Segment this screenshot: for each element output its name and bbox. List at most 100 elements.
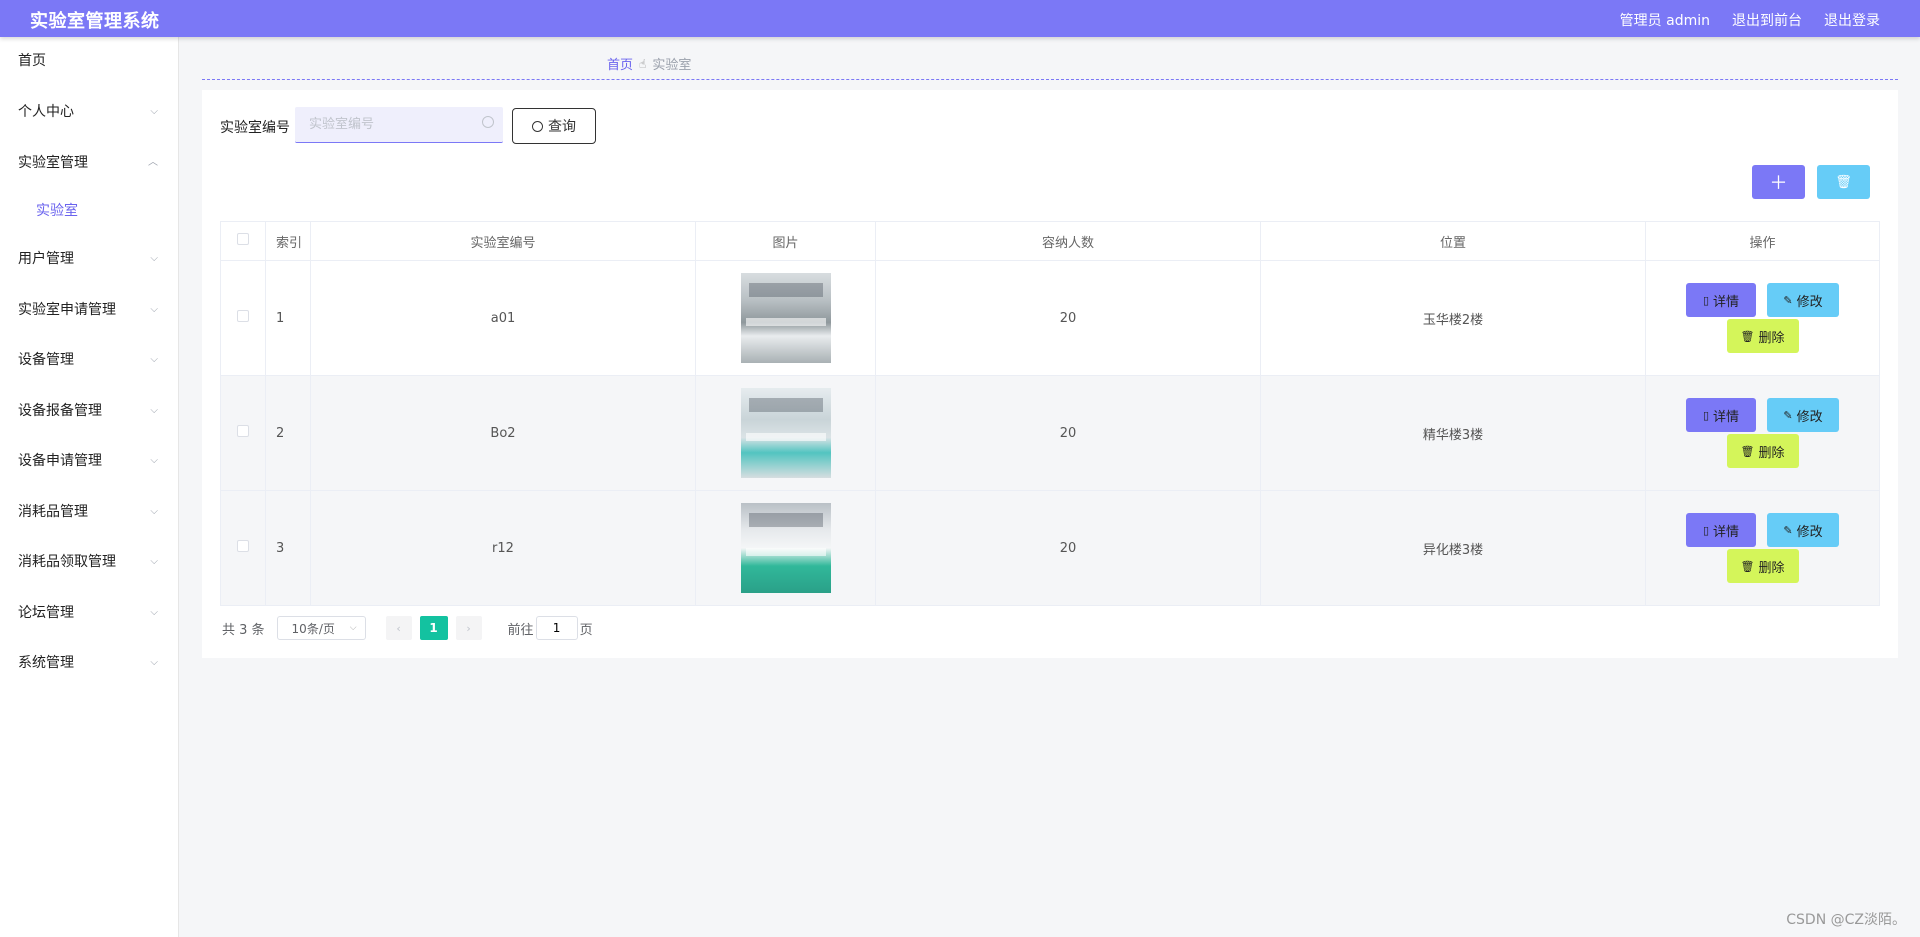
page-size-select[interactable]: 10条/页 ⌵	[276, 616, 366, 640]
chevron-down-icon: ⌵	[150, 556, 158, 567]
row-location: 精华楼3楼	[1260, 375, 1646, 491]
sidebar-item-label: 系统管理	[18, 655, 74, 671]
admin-user-label[interactable]: 管理员 admin	[1620, 10, 1710, 30]
row-code: r12	[310, 490, 696, 606]
sidebar-item-label: 实验室申请管理	[18, 301, 116, 318]
detail-button[interactable]: ▯ 详情	[1686, 283, 1756, 317]
row-checkbox[interactable]	[237, 310, 249, 322]
sidebar-item-label: 消耗品领取管理	[18, 554, 116, 570]
chevron-down-icon: ⌵	[150, 106, 158, 117]
delete-label: 删除	[1758, 445, 1785, 461]
delete-button[interactable]: 🗑 删除	[1726, 319, 1799, 353]
sidebar-item-equipment[interactable]: 设备管理 ⌵	[0, 335, 178, 386]
sidebar-item-forum[interactable]: 论坛管理 ⌵	[0, 588, 178, 639]
sidebar-item-label: 设备管理	[18, 352, 74, 368]
chevron-down-icon: ⌵	[150, 303, 158, 315]
row-code: Bo2	[310, 375, 696, 491]
pagination: 共 3 条 10条/页 ⌵ ‹ 1 › 前往 页	[222, 616, 593, 640]
row-capacity: 20	[875, 490, 1261, 606]
delete-button[interactable]: 🗑 删除	[1726, 549, 1799, 583]
table-row: 1 a01 20 玉华楼2楼 ▯ 详情 ✎ 修改 🗑 删除	[220, 260, 1880, 376]
sidebar-item-home[interactable]: 首页	[0, 37, 178, 87]
goto-prefix: 前往	[507, 622, 534, 638]
trash-icon: 🗑	[1740, 444, 1755, 458]
sidebar-subitem-lab[interactable]: 实验室	[0, 188, 178, 234]
sidebar-item-system[interactable]: 系统管理 ⌵	[0, 638, 178, 689]
prev-page-button[interactable]: ‹	[385, 616, 412, 640]
plus-icon: ＋	[1769, 173, 1788, 194]
goto-page: 前往 页	[508, 616, 593, 640]
chevron-right-icon: ›	[466, 621, 471, 635]
pencil-icon: ✎	[1783, 523, 1793, 537]
goto-suffix: 页	[579, 622, 593, 638]
delete-button[interactable]: 🗑 删除	[1726, 434, 1799, 468]
page-size-value: 10条/页	[291, 621, 335, 636]
search-icon	[532, 120, 543, 132]
query-button[interactable]: 查询	[512, 108, 596, 144]
sidebar-item-equipment-applications[interactable]: 设备申请管理 ⌵	[0, 436, 178, 487]
pencil-icon: ✎	[1783, 293, 1793, 307]
sidebar-item-label: 首页	[18, 53, 46, 69]
lab-photo	[740, 503, 831, 593]
add-button[interactable]: ＋	[1752, 165, 1805, 199]
row-checkbox[interactable]	[237, 425, 249, 437]
sidebar-item-consumable-pickup[interactable]: 消耗品领取管理 ⌵	[0, 537, 178, 588]
sidebar-item-consumables[interactable]: 消耗品管理 ⌵	[0, 487, 178, 538]
sidebar-item-equipment-reports[interactable]: 设备报备管理 ⌵	[0, 386, 178, 437]
chevron-down-icon: ⌵	[150, 354, 158, 365]
row-capacity: 20	[875, 375, 1261, 491]
select-all-checkbox[interactable]	[237, 233, 249, 245]
sidebar-item-label: 实验室管理	[18, 154, 88, 171]
edit-button[interactable]: ✎ 修改	[1767, 513, 1839, 547]
sidebar-item-label: 消耗品管理	[18, 503, 88, 520]
sidebar-item-label: 设备申请管理	[18, 453, 102, 469]
edit-label: 修改	[1796, 294, 1823, 310]
edit-button[interactable]: ✎ 修改	[1767, 283, 1839, 317]
sidebar-item-label: 设备报备管理	[18, 402, 102, 419]
row-code: a01	[310, 260, 696, 376]
back-to-front-link[interactable]: 退出到前台	[1732, 10, 1802, 30]
document-icon: ▯	[1702, 293, 1710, 307]
logout-link[interactable]: 退出登录	[1824, 10, 1880, 30]
sidebar-item-profile[interactable]: 个人中心 ⌵	[0, 87, 178, 138]
delete-label: 删除	[1758, 560, 1785, 576]
sidebar-item-users[interactable]: 用户管理 ⌵	[0, 234, 178, 285]
row-index: 3	[265, 490, 311, 606]
chevron-down-icon: ⌵	[150, 606, 158, 618]
row-index: 2	[265, 375, 311, 491]
chevron-up-icon: ︿	[148, 156, 158, 168]
watermark: CSDN @CZ淡陌。	[1786, 912, 1906, 928]
delete-label: 删除	[1758, 330, 1785, 346]
row-index: 1	[265, 260, 311, 376]
detail-button[interactable]: ▯ 详情	[1686, 398, 1756, 432]
breadcrumb-home[interactable]: 首页	[607, 54, 633, 73]
total-count: 共 3 条	[222, 622, 265, 638]
document-icon: ▯	[1702, 408, 1710, 422]
detail-label: 详情	[1713, 294, 1740, 310]
detail-button[interactable]: ▯ 详情	[1686, 513, 1756, 547]
search-field	[295, 107, 503, 143]
chevron-down-icon: ⌵	[150, 505, 158, 517]
column-header-image: 图片	[695, 221, 876, 261]
batch-delete-button[interactable]: 🗑	[1817, 165, 1870, 199]
trash-icon: 🗑	[1740, 559, 1755, 573]
next-page-button[interactable]: ›	[455, 616, 482, 640]
edit-button[interactable]: ✎ 修改	[1767, 398, 1839, 432]
row-checkbox[interactable]	[237, 540, 249, 552]
column-header-actions: 操作	[1645, 221, 1880, 261]
page-number-active[interactable]: 1	[419, 616, 448, 640]
column-header-location: 位置	[1260, 221, 1646, 261]
sidebar-item-lab-management[interactable]: 实验室管理 ︿	[0, 138, 178, 189]
search-input[interactable]	[295, 107, 503, 142]
lab-photo	[740, 388, 831, 478]
select-all-cell	[220, 221, 266, 261]
goto-page-input[interactable]	[535, 616, 578, 640]
table-row: 2 Bo2 20 精华楼3楼 ▯ 详情 ✎ 修改 🗑 删除	[220, 375, 1880, 491]
sidebar-item-label: 论坛管理	[18, 604, 74, 621]
chevron-down-icon: ⌵	[150, 404, 158, 416]
sidebar-item-label: 个人中心	[18, 104, 74, 120]
edit-label: 修改	[1796, 409, 1823, 425]
sidebar-item-lab-applications[interactable]: 实验室申请管理 ⌵	[0, 285, 178, 336]
sidebar-item-label: 实验室	[36, 203, 78, 219]
query-button-label: 查询	[548, 119, 576, 135]
